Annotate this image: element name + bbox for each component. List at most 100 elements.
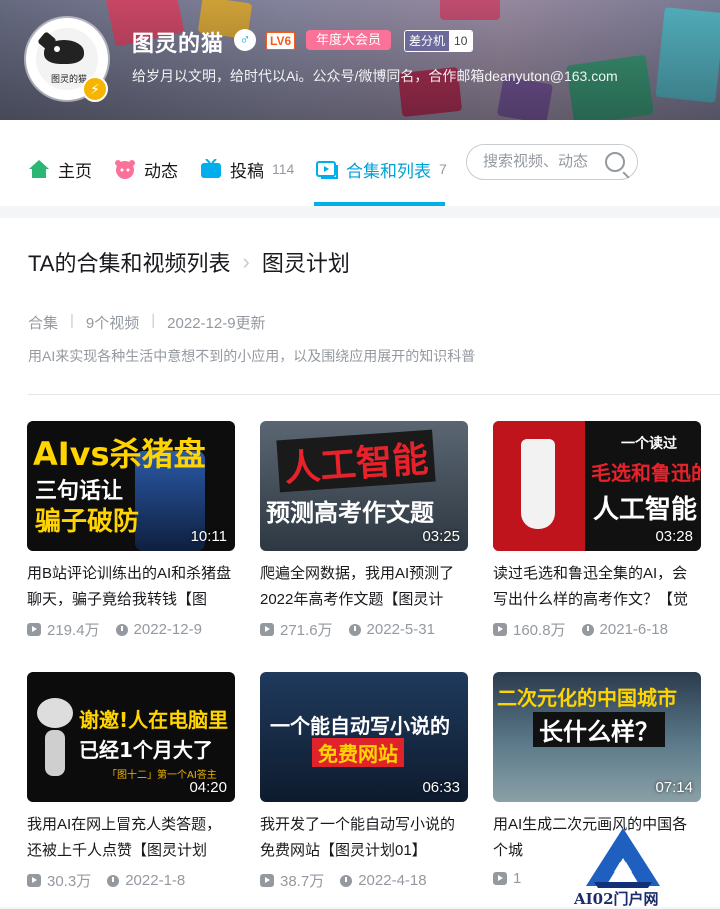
video-thumbnail[interactable]: 一个读过 毛选和鲁迅的 人工智能 03:28 <box>493 421 701 551</box>
thumb-subline: 长什么样？ <box>533 712 665 747</box>
user-signature: 给岁月以文明，给时代以Ai。公众号/微博同名，合作邮箱deanyuton@163… <box>132 68 618 84</box>
thumb-subline: 一个读过 <box>621 436 677 452</box>
video-title[interactable]: 我开发了一个能自动写小说的免费网站【图灵计划01】 <box>260 812 468 864</box>
video-title[interactable]: 读过毛选和鲁迅全集的AI，会写出什么样的高考作文？【觉 <box>493 561 701 613</box>
video-card[interactable]: 人工智能 预测高考作文题 03:25 爬遍全网数据，我用AI预测了2022年高考… <box>260 421 468 640</box>
tab-uploads-count: 114 <box>272 161 295 177</box>
video-duration: 03:28 <box>655 528 693 545</box>
thumb-headline: 谢邀!人在电脑里 <box>79 708 229 732</box>
space-nav: 主页 动态 投稿 114 合集和列表 7 <box>0 120 720 206</box>
video-stats: 38.7万 2022-4-18 <box>260 870 468 891</box>
thumb-headline: 人工智能 <box>276 429 436 493</box>
video-duration: 10:11 <box>190 528 227 545</box>
collection-type: 合集 <box>28 315 59 332</box>
collection-updated: 2022-12-9更新 <box>167 315 266 332</box>
thumb-subline: 已经1个月大了 <box>79 738 213 762</box>
collection-video-count: 9个视频 <box>85 315 140 332</box>
video-stats: 219.4万 2022-12-9 <box>27 619 235 640</box>
profile-banner <box>0 0 720 120</box>
video-date: 2022-4-18 <box>358 872 427 889</box>
thumb-subline: 毛选和鲁迅的 <box>591 461 701 485</box>
meta-divider: | <box>70 312 74 329</box>
vip-badge[interactable]: 年度大会员 <box>306 30 392 50</box>
video-card[interactable]: 谢邀!人在电脑里 已经1个月大了 「图十二」第一个AI答主 04:20 我用AI… <box>27 672 235 891</box>
video-title[interactable]: 用B站评论训练出的AI和杀猪盘聊天，骗子竟给我转钱【图 <box>27 561 235 613</box>
video-thumbnail[interactable]: 谢邀!人在电脑里 已经1个月大了 「图十二」第一个AI答主 04:20 <box>27 672 235 802</box>
robot-head-icon <box>37 698 73 728</box>
thumb-subline: 骗子破防 <box>35 507 140 537</box>
play-count-icon <box>493 623 507 636</box>
video-thumbnail[interactable]: 人工智能 预测高考作文题 03:25 <box>260 421 468 551</box>
video-views: 219.4万 <box>47 622 100 639</box>
video-thumbnail[interactable]: 二次元化的中国城市 长什么样？ 07:14 <box>493 672 701 802</box>
video-card[interactable]: 一个能自动写小说的 免费网站 06:33 我开发了一个能自动写小说的免费网站【图… <box>260 672 468 891</box>
thumb-subline: 预测高考作文题 <box>266 499 434 527</box>
thumb-headline: 人工智能 <box>593 495 698 525</box>
male-gender-icon: ♂ <box>234 29 256 51</box>
collection-meta: 合集 | 9个视频 | 2022-12-9更新 <box>28 312 266 333</box>
fan-medal[interactable]: 差分机 10 <box>404 30 474 52</box>
thumb-headline: 一个能自动写小说的 <box>270 714 450 738</box>
video-views: 30.3万 <box>47 873 92 890</box>
thumb-subline: 免费网站 <box>312 738 404 767</box>
video-views: 160.8万 <box>513 622 566 639</box>
play-count-icon <box>260 874 274 887</box>
banner-shade <box>0 0 720 120</box>
tab-home[interactable]: 主页 <box>28 154 92 184</box>
video-card[interactable]: 一个读过 毛选和鲁迅的 人工智能 03:28 读过毛选和鲁迅全集的AI，会写出什… <box>493 421 701 640</box>
clock-icon <box>340 874 353 887</box>
tab-collections-count: 7 <box>439 161 447 177</box>
tab-uploads-label: 投稿 <box>230 161 264 181</box>
clock-icon <box>107 874 120 887</box>
tab-uploads[interactable]: 投稿 114 <box>200 154 294 184</box>
thumb-headline: AIvs杀猪盘 <box>33 435 206 473</box>
search-input[interactable] <box>481 152 605 171</box>
video-views: 271.6万 <box>280 622 333 639</box>
breadcrumb-current: 图灵计划 <box>261 251 350 276</box>
breadcrumb-root[interactable]: TA的合集和视频列表 <box>28 246 230 278</box>
active-tab-indicator <box>314 202 445 206</box>
fan-medal-name: 差分机 <box>405 31 450 51</box>
clock-icon <box>115 623 128 636</box>
video-date: 2021-6-18 <box>599 621 668 638</box>
thumb-headline: 二次元化的中国城市 <box>497 686 677 710</box>
pen-nib-icon <box>521 439 555 529</box>
video-duration: 03:25 <box>422 528 460 545</box>
collection-panel: TA的合集和视频列表 › 图灵计划 合集 | 9个视频 | 2022-12-9更… <box>0 218 720 907</box>
verified-lightning-icon: ⚡ <box>82 76 108 102</box>
video-thumbnail[interactable]: 一个能自动写小说的 免费网站 06:33 <box>260 672 468 802</box>
video-duration: 06:33 <box>422 779 460 796</box>
cat-logo-icon <box>44 40 84 64</box>
video-thumbnail[interactable]: AIvs杀猪盘 三句话让 骗子破防 10:11 <box>27 421 235 551</box>
video-stats: 271.6万 2022-5-31 <box>260 619 468 640</box>
video-date: 2022-12-9 <box>133 621 202 638</box>
space-search[interactable] <box>466 144 638 180</box>
play-count-icon <box>493 872 507 885</box>
dynamic-icon <box>114 159 136 179</box>
level-badge: LV6 <box>266 32 296 50</box>
robot-body-icon <box>45 730 65 776</box>
clock-icon <box>581 623 594 636</box>
search-icon[interactable] <box>605 152 625 172</box>
video-card[interactable]: AIvs杀猪盘 三句话让 骗子破防 10:11 用B站评论训练出的AI和杀猪盘聊… <box>27 421 235 640</box>
fan-medal-level: 10 <box>449 31 473 51</box>
video-date: 2022-5-31 <box>366 621 435 638</box>
username[interactable]: 图灵的猫 <box>132 26 224 58</box>
tab-home-label: 主页 <box>58 161 92 181</box>
video-views: 38.7万 <box>280 873 325 890</box>
video-title[interactable]: 爬遍全网数据，我用AI预测了2022年高考作文题【图灵计 <box>260 561 468 613</box>
tab-dynamic[interactable]: 动态 <box>114 154 178 184</box>
video-stats: 160.8万 2021-6-18 <box>493 619 701 640</box>
collection-description: 用AI来实现各种生活中意想不到的小应用，以及围绕应用展开的知识科普 <box>28 348 476 364</box>
video-duration: 04:20 <box>189 779 227 796</box>
clock-icon <box>348 623 361 636</box>
video-date: 2022-1-8 <box>125 872 186 889</box>
chevron-right-icon: › <box>242 249 250 274</box>
meta-divider: | <box>151 312 156 329</box>
video-title[interactable]: 我用AI在网上冒充人类答题，还被上千人点赞【图灵计划 <box>27 812 235 864</box>
watermark-text: AI02门户网 <box>574 890 659 908</box>
collection-icon <box>316 159 338 179</box>
tab-collections[interactable]: 合集和列表 7 <box>316 154 447 184</box>
video-stats: 30.3万 2022-1-8 <box>27 870 235 891</box>
breadcrumb: TA的合集和视频列表 › 图灵计划 <box>28 246 350 278</box>
